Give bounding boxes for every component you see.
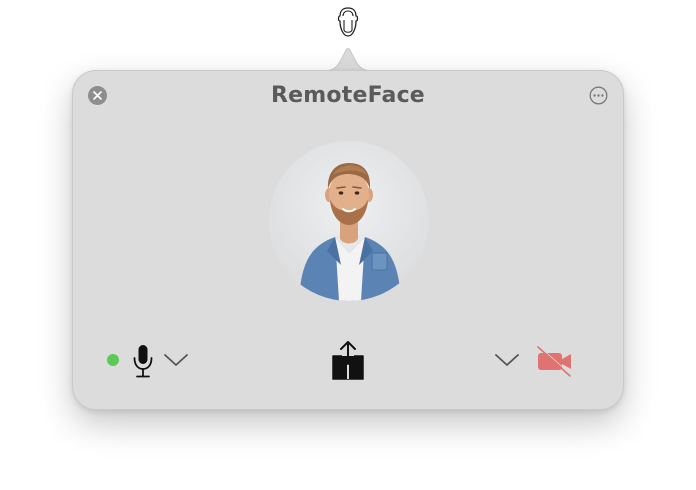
connection-status-indicator xyxy=(107,354,119,366)
microphone-menu-chevron-down-icon[interactable] xyxy=(163,351,189,369)
popover-arrow xyxy=(324,48,372,72)
popover-window: RemoteFace xyxy=(72,70,624,410)
ellipsis-circle-icon[interactable] xyxy=(589,86,608,105)
avatar xyxy=(269,141,429,301)
video-off-icon[interactable] xyxy=(536,345,574,377)
app-title: RemoteFace xyxy=(271,83,425,108)
controls-bar xyxy=(73,339,623,383)
share-icon[interactable] xyxy=(330,339,366,381)
microphone-icon[interactable] xyxy=(131,343,155,379)
face-outline-icon[interactable] xyxy=(336,6,360,38)
participant-portrait xyxy=(269,141,429,301)
camera-menu-chevron-down-icon[interactable] xyxy=(494,351,520,369)
stage: RemoteFace xyxy=(0,0,696,490)
